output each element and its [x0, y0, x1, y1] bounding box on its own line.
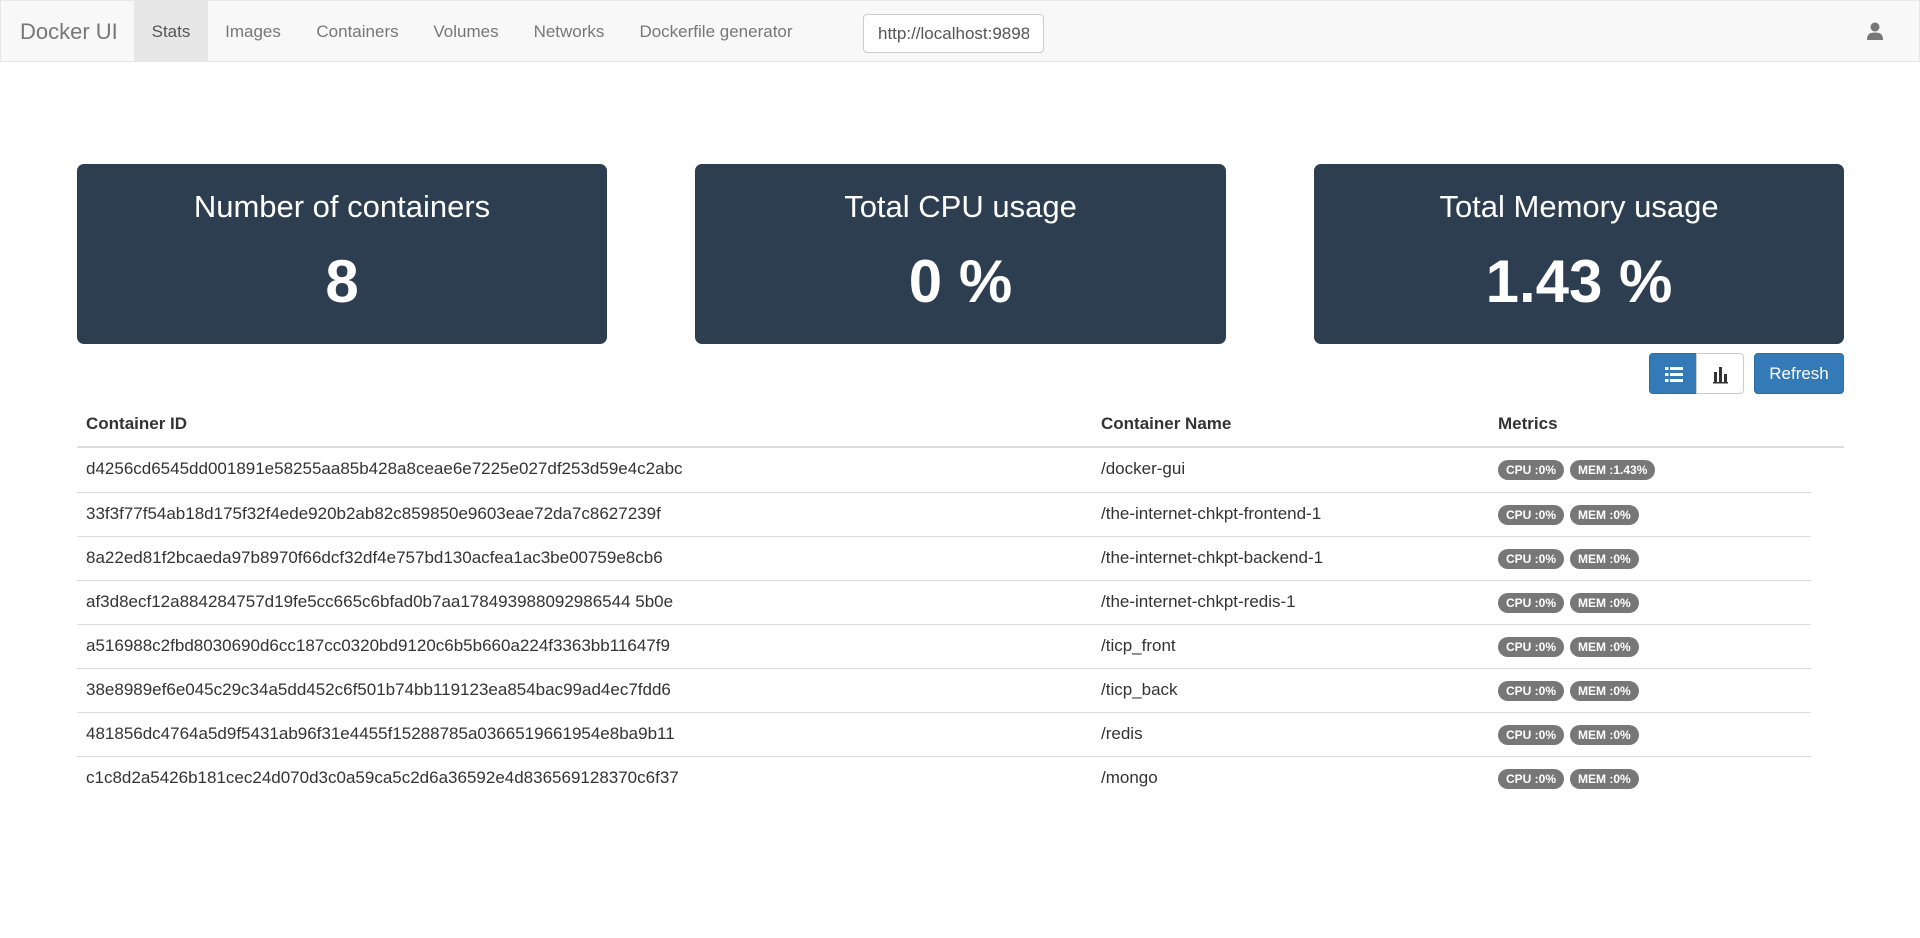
table-row: 38e8989ef6e045c29c34a5dd452c6f501b74bb11…	[77, 668, 1811, 712]
container-name-cell: /redis	[1101, 724, 1143, 743]
bar-chart-icon	[1713, 367, 1728, 384]
container-id-cell: 8a22ed81f2bcaeda97b8970f66dcf32df4e757bd…	[86, 548, 663, 567]
table-row: 33f3f77f54ab18d175f32f4ede920b2ab82c8598…	[77, 492, 1811, 536]
mem-badge: MEM :0%	[1570, 768, 1639, 789]
container-name-cell: /the-internet-chkpt-frontend-1	[1101, 504, 1322, 523]
cpu-badge: CPU :0%	[1498, 548, 1565, 569]
cpu-badge: CPU :0%	[1498, 459, 1565, 480]
docker-url-input[interactable]	[863, 14, 1044, 53]
header-container-id: Container ID	[86, 414, 188, 433]
container-name-cell: /mongo	[1101, 768, 1158, 787]
nav-containers[interactable]: Containers	[298, 1, 417, 62]
navbar: Docker UI Stats Images Containers Volume…	[0, 0, 1920, 62]
metrics-cell: CPU :0% MEM :0%	[1498, 625, 1645, 667]
nav-stats[interactable]: Stats	[134, 1, 208, 62]
container-id-cell: af3d8ecf12a884284757d19fe5cc665c6bfad0b7…	[86, 592, 674, 611]
header-metrics: Metrics	[1498, 414, 1558, 433]
containers-count-panel: Number of containers 8	[77, 164, 607, 344]
chart-view-button[interactable]	[1696, 353, 1744, 394]
panel-value: 1.43 %	[1485, 248, 1673, 315]
mem-badge: MEM :1.43%	[1570, 459, 1656, 480]
table-row: d4256cd6545dd001891e58255aa85b428a8ceae6…	[77, 448, 1844, 492]
table-row: 481856dc4764a5d9f5431ab96f31e4455f152887…	[77, 712, 1811, 756]
metrics-cell: CPU :0% MEM :0%	[1498, 493, 1645, 535]
list-icon	[1665, 367, 1683, 382]
cpu-badge: CPU :0%	[1498, 768, 1565, 789]
mem-badge: MEM :0%	[1570, 680, 1639, 701]
table-row: c1c8d2a5426b181cec24d070d3c0a59ca5c2d6a3…	[77, 756, 1811, 800]
brand-link[interactable]: Docker UI	[20, 1, 118, 62]
container-name-cell: /the-internet-chkpt-redis-1	[1101, 592, 1296, 611]
view-toggle-group	[1649, 353, 1745, 394]
container-name-cell: /the-internet-chkpt-backend-1	[1101, 548, 1324, 567]
panel-title: Total CPU usage	[844, 189, 1077, 224]
metrics-cell: CPU :0% MEM :0%	[1498, 581, 1645, 623]
container-name-cell: /docker-gui	[1101, 459, 1186, 478]
containers-table: Container ID Container Name Metrics d425…	[77, 404, 1844, 800]
cpu-badge: CPU :0%	[1498, 724, 1565, 745]
nav-networks[interactable]: Networks	[515, 1, 623, 62]
metrics-cell: CPU :0% MEM :0%	[1498, 669, 1645, 711]
nav-volumes[interactable]: Volumes	[417, 1, 515, 62]
panel-title: Number of containers	[193, 189, 491, 224]
table-header: Container ID Container Name Metrics	[77, 404, 1844, 448]
panel-value: 8	[325, 248, 359, 315]
header-container-name: Container Name	[1101, 414, 1232, 433]
metrics-cell: CPU :0% MEM :0%	[1498, 537, 1645, 579]
mem-badge: MEM :0%	[1570, 592, 1639, 613]
mem-badge: MEM :0%	[1570, 548, 1639, 569]
container-id-cell: 33f3f77f54ab18d175f32f4ede920b2ab82c8598…	[86, 504, 661, 523]
list-view-button[interactable]	[1649, 353, 1697, 394]
table-row: af3d8ecf12a884284757d19fe5cc665c6bfad0b7…	[77, 580, 1811, 624]
container-name-cell: /ticp_back	[1101, 680, 1178, 699]
cpu-usage-panel: Total CPU usage 0 %	[695, 164, 1226, 344]
mem-badge: MEM :0%	[1570, 636, 1639, 657]
nav-images[interactable]: Images	[208, 1, 298, 62]
metrics-cell: CPU :0% MEM :1.43%	[1498, 448, 1661, 490]
cpu-badge: CPU :0%	[1498, 592, 1565, 613]
table-row: a516988c2fbd8030690d6cc187cc0320bd9120c6…	[77, 624, 1811, 668]
cpu-badge: CPU :0%	[1498, 504, 1565, 525]
container-id-cell: 38e8989ef6e045c29c34a5dd452c6f501b74bb11…	[86, 680, 671, 699]
memory-usage-panel: Total Memory usage 1.43 %	[1314, 164, 1844, 344]
metrics-cell: CPU :0% MEM :0%	[1498, 713, 1645, 755]
panel-value: 0 %	[908, 248, 1013, 315]
metrics-cell: CPU :0% MEM :0%	[1498, 757, 1645, 799]
container-id-cell: c1c8d2a5426b181cec24d070d3c0a59ca5c2d6a3…	[86, 768, 679, 787]
user-icon[interactable]	[1865, 21, 1885, 41]
refresh-button[interactable]: Refresh	[1754, 353, 1844, 394]
container-id-cell: 481856dc4764a5d9f5431ab96f31e4455f152887…	[86, 724, 675, 743]
mem-badge: MEM :0%	[1570, 504, 1639, 525]
cpu-badge: CPU :0%	[1498, 680, 1565, 701]
table-body: d4256cd6545dd001891e58255aa85b428a8ceae6…	[77, 448, 1844, 800]
table-row: 8a22ed81f2bcaeda97b8970f66dcf32df4e757bd…	[77, 536, 1811, 580]
nav-dockerfile-generator[interactable]: Dockerfile generator	[623, 1, 809, 62]
cpu-badge: CPU :0%	[1498, 636, 1565, 657]
container-name-cell: /ticp_front	[1101, 636, 1176, 655]
container-id-cell: d4256cd6545dd001891e58255aa85b428a8ceae6…	[86, 459, 683, 478]
panel-title: Total Memory usage	[1439, 189, 1719, 224]
mem-badge: MEM :0%	[1570, 724, 1639, 745]
container-id-cell: a516988c2fbd8030690d6cc187cc0320bd9120c6…	[86, 636, 670, 655]
